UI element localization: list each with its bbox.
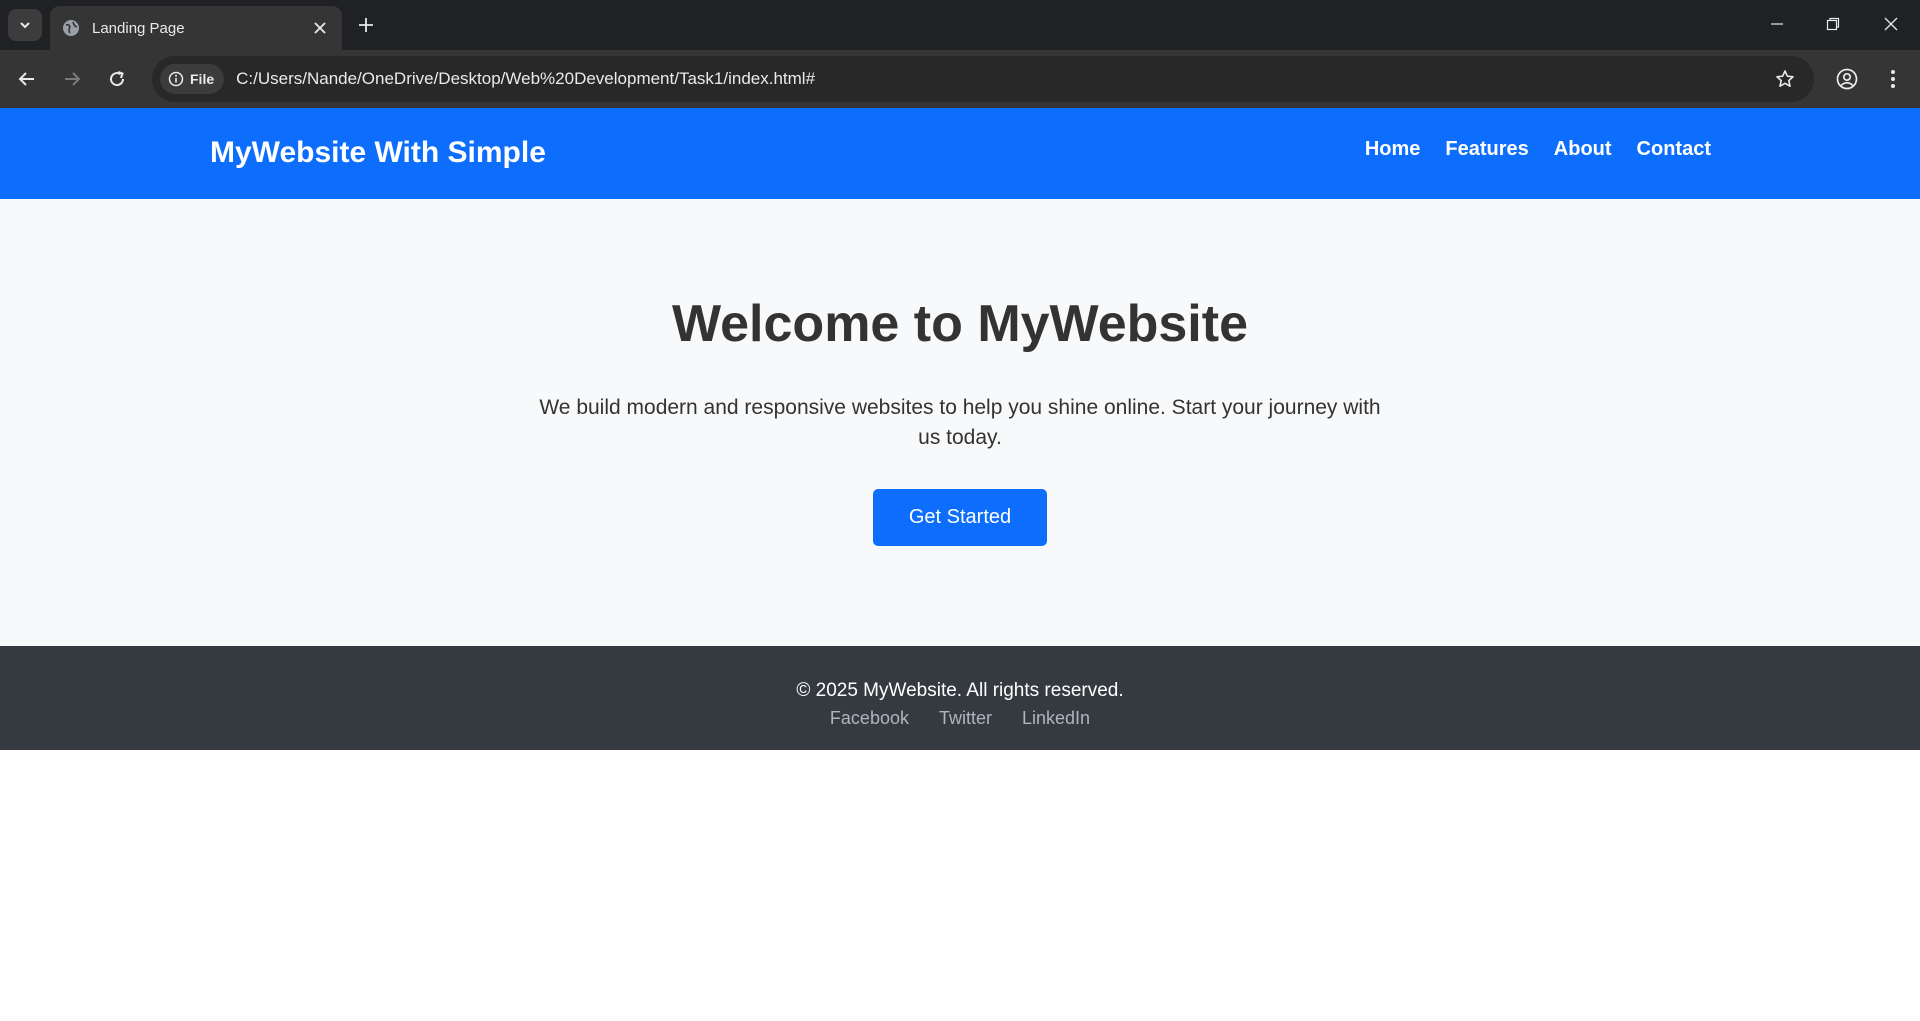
get-started-button[interactable]: Get Started — [873, 489, 1047, 546]
back-button[interactable] — [12, 64, 42, 94]
address-bar[interactable]: File C:/Users/Nande/OneDrive/Desktop/Web… — [152, 56, 1814, 102]
minimize-button[interactable] — [1762, 10, 1792, 38]
restore-button[interactable] — [1818, 10, 1848, 38]
profile-icon — [1836, 68, 1858, 90]
reload-button[interactable] — [102, 64, 132, 94]
browser-toolbar: File C:/Users/Nande/OneDrive/Desktop/Web… — [0, 50, 1920, 108]
site-info-chip[interactable]: File — [160, 64, 225, 94]
chevron-down-icon — [20, 22, 30, 29]
nav-link-home[interactable]: Home — [1365, 138, 1421, 161]
hero-text: We build modern and responsive websites … — [539, 396, 1381, 449]
close-window-button[interactable] — [1876, 10, 1906, 38]
copyright-text: © 2025 MyWebsite. All rights reserved. — [796, 680, 1124, 701]
arrow-left-icon — [18, 72, 34, 86]
star-icon — [1776, 70, 1794, 87]
hero-title: Welcome to MyWebsite — [672, 295, 1248, 353]
site-header: MyWebsite With Simple Home Features Abou… — [0, 108, 1920, 199]
social-links: Facebook Twitter LinkedIn — [0, 708, 1920, 729]
info-icon — [168, 71, 184, 87]
globe-icon — [62, 19, 80, 37]
forward-button[interactable] — [57, 64, 87, 94]
site-chip-label: File — [190, 71, 215, 87]
browser-menu-button[interactable] — [1878, 64, 1908, 94]
close-icon — [1884, 17, 1898, 31]
nav-link-about[interactable]: About — [1554, 138, 1612, 161]
page-viewport: MyWebsite With Simple Home Features Abou… — [0, 108, 1920, 1021]
site-brand[interactable]: MyWebsite With Simple — [210, 136, 546, 170]
reload-icon — [110, 71, 125, 87]
tab-title: Landing Page — [92, 19, 185, 37]
nav-link-contact[interactable]: Contact — [1637, 138, 1711, 161]
tab-search-button[interactable] — [8, 9, 42, 41]
tab-close-button[interactable] — [308, 16, 332, 40]
browser-tab-active[interactable]: Landing Page — [50, 6, 342, 50]
close-icon — [314, 22, 326, 34]
kebab-menu-icon — [1891, 70, 1895, 88]
profile-button[interactable] — [1832, 64, 1862, 94]
site-nav: Home Features About Contact — [1365, 138, 1711, 161]
nav-link-features[interactable]: Features — [1445, 138, 1528, 161]
hero-section: Welcome to MyWebsite We build modern and… — [0, 199, 1920, 646]
browser-tab-strip: Landing Page — [0, 0, 1920, 50]
minimize-icon — [1771, 23, 1783, 25]
new-tab-button[interactable] — [353, 12, 379, 38]
footer-link-facebook[interactable]: Facebook — [830, 708, 909, 729]
restore-icon — [1826, 17, 1840, 31]
site-footer: © 2025 MyWebsite. All rights reserved. F… — [0, 646, 1920, 750]
footer-link-linkedin[interactable]: LinkedIn — [1022, 708, 1090, 729]
arrow-right-icon — [65, 72, 81, 86]
bookmark-button[interactable] — [1770, 64, 1800, 94]
plus-icon — [359, 18, 373, 32]
url-text[interactable]: C:/Users/Nande/OneDrive/Desktop/Web%20De… — [236, 69, 1770, 89]
footer-link-twitter[interactable]: Twitter — [939, 708, 992, 729]
